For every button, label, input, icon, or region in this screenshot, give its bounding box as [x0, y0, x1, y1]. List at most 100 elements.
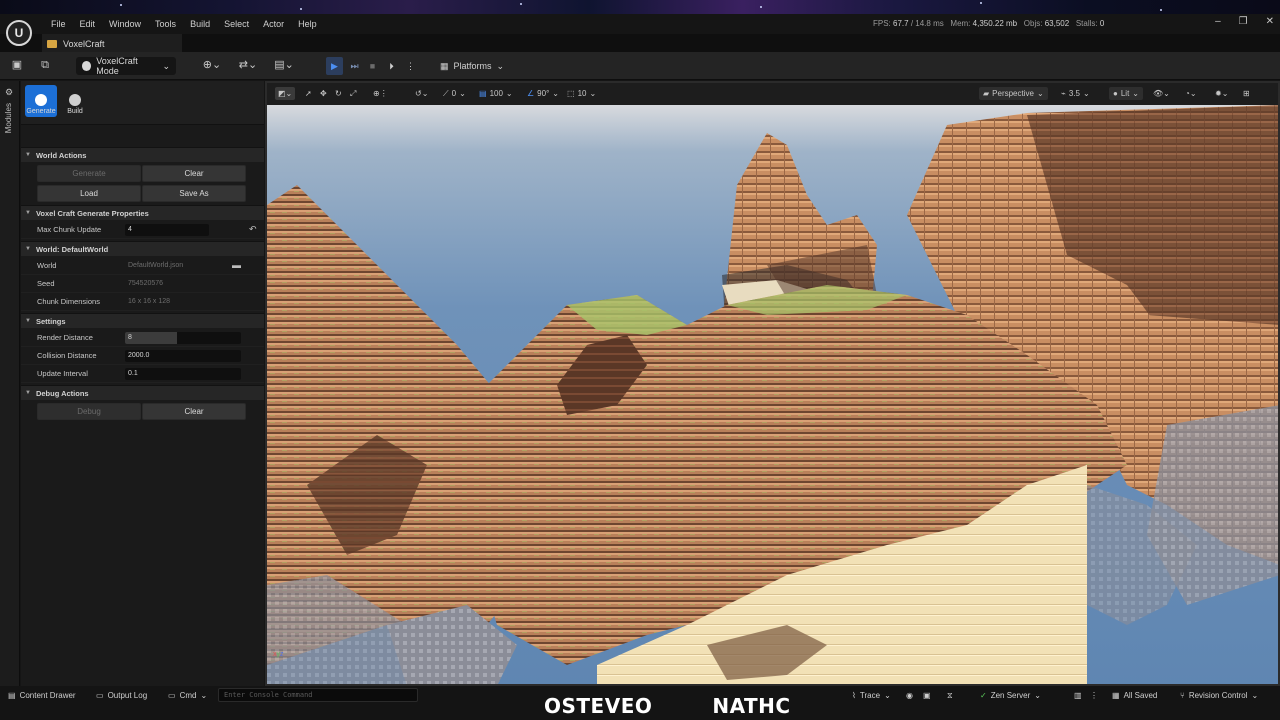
section-world[interactable]: ▼ World: DefaultWorld [21, 241, 264, 256]
translate-icon[interactable]: ✥ [320, 87, 327, 100]
tab-generate[interactable]: Generate [25, 85, 57, 117]
modules-icon[interactable]: ⚙ [5, 87, 13, 98]
folder-icon[interactable]: ▬ [232, 260, 241, 270]
scale-snap[interactable]: ⬚ 10 ⌄ [567, 87, 596, 100]
cmd-dropdown[interactable]: ▭ Cmd ⌄ [168, 689, 207, 703]
save-icon[interactable]: ▣ [10, 59, 24, 72]
rotate-icon[interactable]: ↻ [335, 87, 342, 100]
play-button[interactable]: ▶ [326, 57, 343, 75]
section-debug-actions[interactable]: ▼ Debug Actions [21, 385, 264, 400]
show-flags-icon[interactable]: 👁⌄ [1153, 87, 1170, 100]
debug-button[interactable]: Debug [37, 403, 141, 420]
load-button[interactable]: Load [37, 185, 141, 202]
section-generate-properties[interactable]: ▼ Voxel Craft Generate Properties [21, 205, 264, 220]
prop-label: Chunk Dimensions [37, 297, 100, 306]
revision-control-button[interactable]: ⑂ Revision Control ⌄ [1180, 689, 1258, 703]
zen-icon: ✓ [980, 691, 987, 700]
update-interval-input[interactable]: 0.1 [125, 368, 241, 380]
view-mode-dropdown[interactable]: ● Lit ⌄ [1109, 87, 1143, 100]
record-icon[interactable]: ◉ [906, 689, 913, 703]
zen-server-button[interactable]: ✓ Zen Server ⌄ [980, 689, 1041, 703]
rotation-snap[interactable]: ⟋ 0 ⌄ [443, 87, 466, 100]
more-icon[interactable]: ⋮ [1090, 689, 1098, 703]
angle-snap[interactable]: ∠ 90° ⌄ [527, 87, 559, 100]
reset-icon[interactable]: ↶ [249, 224, 257, 235]
menu-select[interactable]: Select [217, 17, 256, 31]
step-icon[interactable]: ⏭ [346, 57, 363, 75]
all-saved-button[interactable]: ▦ All Saved [1112, 689, 1157, 703]
tab-project-label: VoxelCraft [63, 39, 105, 49]
more-options-icon[interactable]: ⋮ [402, 57, 419, 75]
mode-select-dropdown[interactable]: VoxelCraft Mode ⌄ [76, 56, 176, 76]
content-drawer-button[interactable]: ▤ Content Drawer [8, 689, 76, 703]
chevron-down-icon: ⌄ [200, 691, 208, 700]
slider-fill [125, 332, 178, 344]
settings-icon[interactable]: ✹⌄ [1215, 87, 1228, 100]
timer-icon[interactable]: ⧖ [947, 689, 953, 703]
fps-value: 67.7 [893, 19, 909, 28]
tab-build[interactable]: Build [59, 85, 91, 117]
voxelcraft-panel: Generate Build ▼ World Actions Generate … [21, 81, 264, 686]
launch-icon[interactable]: ⏵ [383, 57, 400, 75]
menu-file[interactable]: File [44, 17, 73, 31]
surface-snap-icon[interactable]: ↺⌄ [415, 87, 428, 100]
voxel-terrain-render[interactable] [267, 105, 1280, 686]
cinematics-icon[interactable]: ▤⌄ [272, 59, 296, 72]
level-icon [47, 40, 57, 48]
chunk-dimensions-value: 16 x 16 x 128 [128, 298, 171, 305]
stop-icon[interactable]: ■ [364, 57, 381, 75]
layout-icon[interactable]: ⊞ [1243, 87, 1250, 100]
menu-build[interactable]: Build [183, 17, 217, 31]
section-settings[interactable]: ▼ Settings [21, 313, 264, 328]
menu-edit[interactable]: Edit [73, 17, 103, 31]
select-icon[interactable]: ➚ [305, 87, 312, 100]
prop-world: World DefaultWorld.json ▬ [21, 257, 264, 275]
collision-distance-input[interactable]: 2000.0 [125, 350, 241, 362]
camera-speed[interactable]: ⌁ 3.5 ⌄ [1061, 87, 1090, 100]
level-viewport[interactable]: ◩⌄ ➚ ✥ ↻ ⤢ ⊕⋮ ↺⌄ ⟋ 0 ⌄ ▤ 100 ⌄ ∠ 90° ⌄ ⬚ 10 ⌄ ▰ P… [265, 81, 1280, 686]
select-mode-icon[interactable]: ◩⌄ [275, 87, 296, 100]
menu-help[interactable]: Help [291, 17, 324, 31]
stalls-value: 0 [1099, 19, 1105, 28]
stats-icon[interactable]: ▥ [1074, 689, 1082, 703]
screenshot-icon[interactable]: ▣ [923, 689, 931, 703]
console-input[interactable]: Enter Console Command [218, 688, 418, 702]
platforms-button[interactable]: ▦ Platforms ⌄ [436, 57, 508, 75]
main-toolbar: ▣ ⧉ VoxelCraft Mode ⌄ ⊕⌄ ⇄⌄ ▤⌄ ▶ ⏭ ■ ⏵ ⋮… [0, 52, 1280, 80]
objs-value: 63,502 [1044, 19, 1070, 28]
mode-tabs: Generate Build [21, 81, 264, 125]
modules-label[interactable]: Modules [4, 103, 13, 133]
minimize-icon[interactable]: – [1215, 16, 1221, 27]
mem-value: 4,350.22 mb [972, 19, 1018, 28]
tab-project[interactable]: VoxelCraft [42, 34, 182, 52]
save-as-button[interactable]: Save As [142, 185, 246, 202]
prop-max-chunk-update: Max Chunk Update 4 ↶ [21, 221, 264, 239]
close-icon[interactable]: ✕ [1266, 16, 1274, 27]
perspective-dropdown[interactable]: ▰ Perspective ⌄ [979, 87, 1048, 100]
grid-snap[interactable]: ▤ 100 ⌄ [479, 87, 513, 100]
trace-dropdown[interactable]: ⌇ Trace ⌄ [852, 689, 891, 703]
frame-time: / 14.8 ms [910, 19, 944, 28]
clear-button[interactable]: Clear [142, 165, 246, 182]
render-distance-slider[interactable]: 8 [125, 332, 241, 344]
section-world-actions[interactable]: ▼ World Actions [21, 147, 264, 162]
output-log-button[interactable]: ▭ Output Log [96, 689, 147, 703]
world-space-icon[interactable]: ⊕⋮ [373, 87, 388, 100]
scale-icon[interactable]: ⤢ [350, 87, 356, 100]
cmd-icon: ▭ [168, 691, 176, 700]
performance-icon[interactable]: ◔⌄ [1185, 87, 1197, 100]
source-control-icon[interactable]: ⧉ [38, 59, 52, 72]
unreal-logo-icon[interactable]: U [6, 20, 32, 46]
menu-actor[interactable]: Actor [256, 17, 291, 31]
build-icon [69, 94, 81, 106]
menu-tools[interactable]: Tools [148, 17, 183, 31]
debug-clear-button[interactable]: Clear [142, 403, 246, 420]
add-actor-icon[interactable]: ⊕⌄ [200, 59, 224, 72]
generate-button[interactable]: Generate [37, 165, 141, 182]
max-chunk-input[interactable]: 4 [125, 224, 209, 236]
restore-icon[interactable]: ❐ [1239, 16, 1248, 27]
log-icon: ▭ [96, 691, 104, 700]
blueprint-icon[interactable]: ⇄⌄ [236, 59, 260, 72]
menu-window[interactable]: Window [102, 17, 148, 31]
camera-icon: ▰ [983, 89, 990, 98]
